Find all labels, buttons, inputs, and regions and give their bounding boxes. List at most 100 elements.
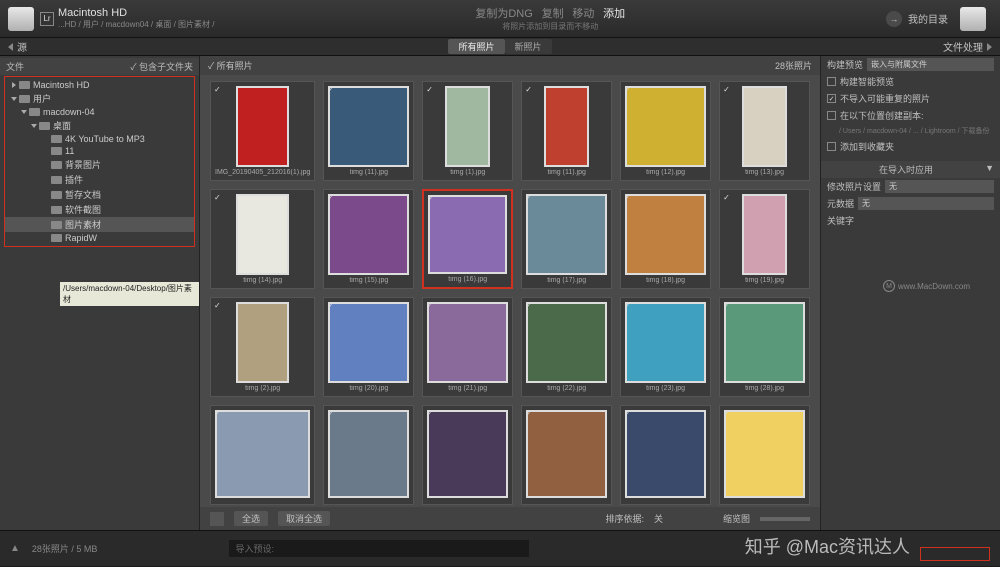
thumbnail-cell[interactable]: ✓ timg (28).jpg [719, 297, 810, 397]
thumbnail-cell[interactable]: ✓ timg (2).jpg [210, 297, 315, 397]
thumbnail-cell[interactable]: ✓ timg (17).jpg [521, 189, 612, 289]
sort-value[interactable]: 关 [654, 512, 663, 525]
thumbnail-cell[interactable]: ✓ timg (21).jpg [422, 297, 513, 397]
path-tooltip: /Users/macdown-04/Desktop/图片素材 [60, 282, 199, 306]
thumbnail-cell[interactable]: ✓ [323, 405, 414, 505]
build-preview-select[interactable]: 嵌入与附属文件 [867, 58, 994, 71]
import-preset-input[interactable]: 导入预设: [229, 540, 529, 557]
tree-item[interactable]: 插件 [5, 172, 194, 187]
tree-item[interactable]: 暂存文档 [5, 187, 194, 202]
no-duplicate-checkbox[interactable] [827, 94, 836, 103]
thumbnail-cell[interactable]: ✓ [521, 405, 612, 505]
thumb-filename: timg (28).jpg [745, 385, 784, 392]
check-icon[interactable]: ✓ [214, 301, 221, 310]
thumbnail-cell[interactable]: ✓ timg (23).jpg [620, 297, 711, 397]
grid-view-icon[interactable] [210, 512, 224, 526]
thumbnail-cell[interactable]: ✓ [719, 405, 810, 505]
check-icon[interactable]: ✓ [525, 85, 532, 94]
check-icon[interactable]: ✓ [327, 193, 334, 202]
mode-move[interactable]: 移动 [572, 8, 594, 20]
thumbnail-cell[interactable]: ✓ timg (22).jpg [521, 297, 612, 397]
thumbnail-cell[interactable]: ✓ [422, 405, 513, 505]
catalog-drive-icon [960, 7, 986, 31]
check-icon[interactable]: ✓ [426, 85, 433, 94]
thumb-filename: timg (21).jpg [448, 385, 487, 392]
thumbnail-cell[interactable]: ✓ timg (15).jpg [323, 189, 414, 289]
check-icon[interactable]: ✓ [723, 193, 730, 202]
thumbnail-cell[interactable]: ✓ timg (19).jpg [719, 189, 810, 289]
thumb-filename: timg (20).jpg [349, 385, 388, 392]
check-icon[interactable]: ✓ [214, 193, 221, 202]
tree-item[interactable]: 11 [5, 145, 194, 157]
thumbnail-cell[interactable]: ✓ timg (14).jpg [210, 189, 315, 289]
thumb-filename: timg (14).jpg [243, 277, 282, 284]
check-icon[interactable]: ✓ [426, 409, 433, 418]
tree-item[interactable]: 用户 [5, 91, 194, 106]
collapse-right-icon[interactable] [987, 43, 992, 51]
check-icon[interactable]: ✓ [525, 409, 532, 418]
macdown-watermark: M www.MacDown.com [883, 280, 970, 292]
check-icon[interactable]: ✓ [525, 301, 532, 310]
backup-checkbox[interactable] [827, 111, 836, 120]
check-icon[interactable]: ✓ [327, 85, 334, 94]
build-preview-label: 构建预览 [827, 58, 863, 71]
check-icon[interactable]: ✓ [624, 301, 631, 310]
check-icon[interactable]: ✓ [723, 85, 730, 94]
mode-description: 将照片添加到目录而不移动 [214, 21, 886, 32]
thumbnail-cell[interactable]: ✓ IMG_20190405_212016(1).jpg [210, 81, 315, 181]
thumbnail-cell[interactable]: ✓ timg (11).jpg [521, 81, 612, 181]
thumbnail-cell[interactable]: ✓ timg (13).jpg [719, 81, 810, 181]
my-catalog-label[interactable]: 我的目录 [908, 11, 948, 26]
tree-item[interactable]: 背景图片 [5, 157, 194, 172]
tree-item[interactable]: 图片素材 [5, 217, 194, 232]
check-icon[interactable]: ✓ [723, 409, 730, 418]
thumbnail-cell[interactable]: ✓ timg (16).jpg [422, 189, 513, 289]
check-icon[interactable]: ✓ [426, 301, 433, 310]
thumb-filename: timg (23).jpg [646, 385, 685, 392]
tree-item[interactable]: RapidW [5, 232, 194, 244]
check-icon[interactable]: ✓ [327, 409, 334, 418]
thumbnail-cell[interactable]: ✓ timg (1).jpg [422, 81, 513, 181]
check-icon[interactable]: ✓ [624, 409, 631, 418]
select-all-button[interactable]: 全选 [234, 511, 268, 526]
thumbnail-cell[interactable]: ✓ [210, 405, 315, 505]
check-icon[interactable]: ✓ [214, 85, 221, 94]
thumb-filename: timg (16).jpg [448, 276, 487, 283]
thumb-filename: timg (2).jpg [245, 385, 280, 392]
tab-all-photos[interactable]: 所有照片 [448, 39, 504, 54]
all-photos-check[interactable]: ✓ 所有照片 [208, 59, 253, 72]
mode-copy[interactable]: 复制 [542, 8, 564, 20]
mode-add[interactable]: 添加 [603, 8, 625, 20]
breadcrumb[interactable]: ...HD / 用户 / macdown04 / 桌面 / 图片素材 / [58, 19, 214, 30]
destination-arrow-icon[interactable]: → [886, 11, 902, 27]
thumbnail-cell[interactable]: ✓ timg (11).jpg [323, 81, 414, 181]
check-icon[interactable]: ✓ [327, 301, 334, 310]
deselect-all-button[interactable]: 取消全选 [278, 511, 330, 526]
tree-item[interactable]: Macintosh HD [5, 79, 194, 91]
smart-preview-checkbox[interactable] [827, 77, 836, 86]
check-icon[interactable]: ✓ [624, 193, 631, 202]
check-icon[interactable]: ✓ [214, 409, 221, 418]
check-icon[interactable]: ✓ [427, 194, 434, 203]
tree-item[interactable]: 4K YouTube to MP3 [5, 133, 194, 145]
check-icon[interactable]: ✓ [624, 85, 631, 94]
metadata-select[interactable]: 无 [858, 197, 994, 210]
add-collection-checkbox[interactable] [827, 142, 836, 151]
thumbnail-cell[interactable]: ✓ timg (18).jpg [620, 189, 711, 289]
tab-new-photos[interactable]: 新照片 [505, 39, 552, 54]
include-subfolders-toggle[interactable]: ✓ 包含子文件夹 [130, 60, 193, 73]
tree-item[interactable]: macdown-04 [5, 106, 194, 118]
check-icon[interactable]: ✓ [525, 193, 532, 202]
thumbnail-cell[interactable]: ✓ timg (12).jpg [620, 81, 711, 181]
check-icon[interactable]: ✓ [723, 301, 730, 310]
thumb-size-slider[interactable] [760, 517, 810, 521]
thumbnail-cell[interactable]: ✓ timg (20).jpg [323, 297, 414, 397]
thumbnail-cell[interactable]: ✓ [620, 405, 711, 505]
tree-item[interactable]: 软件截图 [5, 202, 194, 217]
backup-path: / Users / macdown-04 / ... / Lightroom /… [821, 124, 1000, 138]
photo-count: 28张照片 [775, 59, 812, 72]
mode-copy-dng[interactable]: 复制为DNG [475, 8, 532, 20]
tree-item[interactable]: 桌面 [5, 118, 194, 133]
dev-settings-select[interactable]: 无 [885, 180, 994, 193]
collapse-left-icon[interactable] [8, 43, 13, 51]
